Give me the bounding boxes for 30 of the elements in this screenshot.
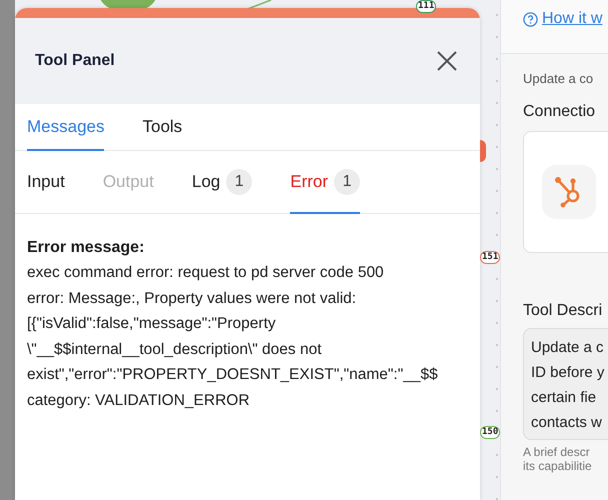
tab: Output	[102, 151, 154, 214]
error-text-line: exist","error":"PROPERTY_DOESNT_EXIST","name":"__$$	[27, 365, 439, 385]
error-heading: Error message:	[27, 238, 146, 258]
tab[interactable]: Error 1	[290, 151, 360, 214]
section-label: Tool Descri	[523, 302, 604, 320]
hint-text: A brief descr its capabilitie	[523, 445, 593, 473]
tab[interactable]: Messages	[27, 104, 104, 151]
close-icon	[436, 50, 458, 72]
count-badge: 1	[226, 168, 252, 194]
description-field[interactable]: Update a c ID before y certain fie contacts w	[523, 328, 608, 440]
description-text: Update a co	[523, 71, 594, 86]
count-badge: 150	[480, 426, 500, 439]
help-link[interactable]: How it w	[523, 10, 602, 28]
error-text-line: exec command error: request to pd server code 500	[27, 263, 385, 283]
tab[interactable]: Log 1	[192, 151, 252, 214]
tab[interactable]: Tools	[142, 104, 182, 151]
tab[interactable]: Input	[27, 151, 65, 214]
error-text-line: [{"isValid":false,"message":"Property	[27, 314, 277, 334]
connection-card[interactable]	[523, 131, 608, 253]
error-text-line: category: VALIDATION_ERROR	[27, 390, 251, 410]
help-icon	[523, 12, 538, 26]
section-label: Connectio	[523, 103, 596, 121]
error-text-line: \"__$$internal__tool_description\" does not	[27, 340, 323, 360]
connection-handle[interactable]	[480, 140, 486, 162]
close-button[interactable]	[436, 50, 458, 72]
count-badge: 151	[480, 251, 500, 264]
error-text-line: error: Message:, Property values were not valid:	[27, 288, 358, 308]
count-badge: 111	[416, 0, 436, 13]
panel-title: Tool Panel	[35, 52, 115, 70]
count-badge: 1	[334, 168, 360, 194]
